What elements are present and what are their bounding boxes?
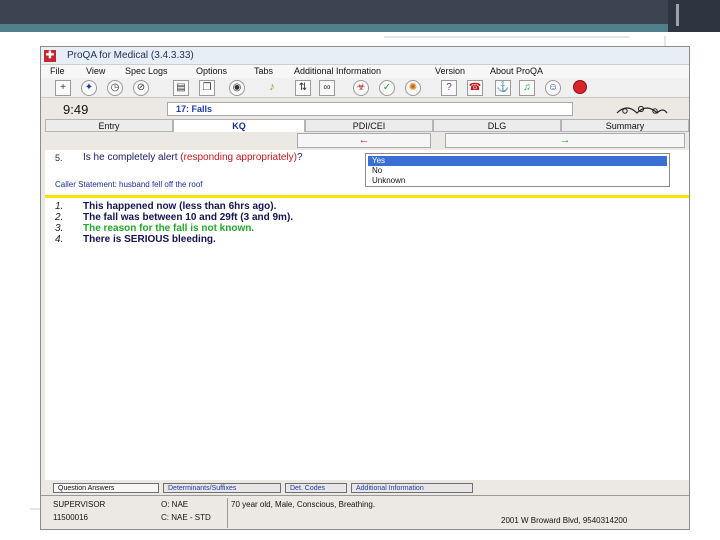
forward-arrow-button[interactable]: → xyxy=(445,133,685,148)
ok-icon[interactable]: ✓ xyxy=(379,80,395,96)
kq-number: 1. xyxy=(55,201,64,212)
clock-icon[interactable]: ◷ xyxy=(107,80,123,96)
biohazard-icon[interactable]: ☣ xyxy=(353,80,369,96)
question-hint: (responding appropriately) xyxy=(180,152,297,163)
anchor-icon[interactable]: ⚓ xyxy=(495,80,511,96)
cancel-icon[interactable]: ⊘ xyxy=(133,80,149,96)
stop-icon[interactable] xyxy=(573,80,587,94)
phone-icon[interactable]: ☎ xyxy=(467,80,483,96)
hearing-icon[interactable]: ♫ xyxy=(519,80,535,96)
code-c: C: NAE - STD xyxy=(161,513,211,522)
user-role: SUPERVISOR xyxy=(53,500,106,509)
highlight-divider xyxy=(45,195,689,198)
tab-question-answers[interactable]: Question Answers xyxy=(53,483,159,493)
code-o: O: NAE xyxy=(161,500,189,509)
kq-text: The fall was between 10 and 29ft (3 and … xyxy=(83,212,294,223)
tab-entry[interactable]: Entry xyxy=(45,119,173,132)
help-icon[interactable]: ? xyxy=(441,80,457,96)
slide-accent-bar xyxy=(0,24,720,32)
copy-icon[interactable]: ❐ xyxy=(199,80,215,96)
document-icon[interactable]: ▤ xyxy=(173,80,189,96)
smile-icon[interactable]: ☺ xyxy=(545,80,561,96)
slide-header-bar xyxy=(0,0,720,24)
status-divider xyxy=(227,498,228,528)
protocol-field: 17: Falls xyxy=(167,102,573,116)
case-id: 11500016 xyxy=(53,513,88,522)
star-icon[interactable]: ✦ xyxy=(81,80,97,96)
title-bar: ✚ ProQA for Medical (3.4.3.33) xyxy=(41,47,689,65)
caller-statement: Caller Statement: husband fell off the r… xyxy=(55,180,203,189)
kq-text: The reason for the fall is not known. xyxy=(83,223,255,234)
add-icon[interactable]: + xyxy=(55,80,71,96)
answer-list[interactable]: Yes No Unknown xyxy=(365,153,670,187)
tab-summary[interactable]: Summary xyxy=(561,119,689,132)
time-bar: 9:49 17: Falls xyxy=(41,99,689,119)
question-text: Is he completely alert (responding appro… xyxy=(83,152,313,163)
eye-icon[interactable]: ◉ xyxy=(229,80,245,96)
status-bar: SUPERVISOR 11500016 O: NAE C: NAE - STD … xyxy=(41,495,689,529)
question-main: Is he completely alert xyxy=(83,152,181,163)
call-clock: 9:49 xyxy=(63,102,89,117)
app-logo-icon: ✚ xyxy=(44,50,56,62)
kq-panel: 5. Is he completely alert (responding ap… xyxy=(45,150,689,480)
patient-summary: 70 year old, Male, Conscious, Breathing. xyxy=(231,500,376,509)
slide-corner-mark xyxy=(676,4,679,26)
menu-version[interactable]: Version xyxy=(435,66,465,76)
menu-about[interactable]: About ProQA xyxy=(490,66,543,76)
tab-kq[interactable]: KQ xyxy=(173,119,305,132)
kq-text: This happened now (less than 6hrs ago). xyxy=(83,201,277,212)
star-of-life-logo-icon xyxy=(616,105,668,114)
kq-number: 2. xyxy=(55,212,64,223)
tab-determinants-suffixes[interactable]: Determinants/Suffixes xyxy=(163,483,281,493)
toolbar: + ✦ ◷ ⊘ ▤ ❐ ◉ ♪ ⇅ ∞ ☣ ✓ ✺ ? ☎ ⚓ ♫ ☺ xyxy=(41,78,689,98)
decor-line xyxy=(384,36,630,38)
question-suffix: ? xyxy=(297,152,303,163)
kq-number: 3. xyxy=(55,223,64,234)
list-item: 2. The fall was between 10 and 29ft (3 an… xyxy=(55,212,675,223)
main-tabs: Entry KQ PDI/CEI DLG Summary xyxy=(45,119,689,132)
menu-file[interactable]: File xyxy=(50,66,65,76)
answer-unknown[interactable]: Unknown xyxy=(368,176,667,186)
slide-background: ✚ ProQA for Medical (3.4.3.33) File View… xyxy=(0,0,720,540)
menu-bar: File View Spec Logs Options Tabs Additio… xyxy=(41,65,689,78)
question-number: 5. xyxy=(55,153,63,163)
menu-spec-logs[interactable]: Spec Logs xyxy=(125,66,168,76)
menu-additional-information[interactable]: Additional Information xyxy=(294,66,381,76)
answer-yes[interactable]: Yes xyxy=(368,156,667,166)
list-item: 3. The reason for the fall is not known. xyxy=(55,223,675,234)
tab-dlg[interactable]: DLG xyxy=(433,119,561,132)
answer-no[interactable]: No xyxy=(368,166,667,176)
key-question-list: 1. This happened now (less than 6hrs ago)… xyxy=(55,201,675,245)
list-item: 1. This happened now (less than 6hrs ago)… xyxy=(55,201,675,212)
menu-options[interactable]: Options xyxy=(196,66,227,76)
tab-det-codes[interactable]: Det. Codes xyxy=(285,483,347,493)
lamp-icon[interactable]: ♪ xyxy=(269,81,275,95)
navigation-bar: ← → xyxy=(45,132,689,150)
tab-pdi-cei[interactable]: PDI/CEI xyxy=(305,119,433,132)
alarm-icon[interactable]: ✺ xyxy=(405,80,421,96)
bottom-tabs: Question Answers Determinants/Suffixes D… xyxy=(53,483,483,493)
tab-additional-information[interactable]: Additional Information xyxy=(351,483,473,493)
kq-text: There is SERIOUS bleeding. xyxy=(83,234,216,245)
list-item: 4. There is SERIOUS bleeding. xyxy=(55,234,675,245)
back-arrow-button[interactable]: ← xyxy=(297,133,431,148)
window-title: ProQA for Medical (3.4.3.33) xyxy=(67,50,194,61)
proqa-window: ✚ ProQA for Medical (3.4.3.33) File View… xyxy=(40,46,690,530)
menu-tabs[interactable]: Tabs xyxy=(254,66,273,76)
menu-view[interactable]: View xyxy=(86,66,105,76)
binoculars-icon[interactable]: ∞ xyxy=(319,80,335,96)
sort-icon[interactable]: ⇅ xyxy=(295,80,311,96)
kq-number: 4. xyxy=(55,234,64,245)
incident-address: 2001 W Broward Blvd, 9540314200 xyxy=(501,516,628,525)
